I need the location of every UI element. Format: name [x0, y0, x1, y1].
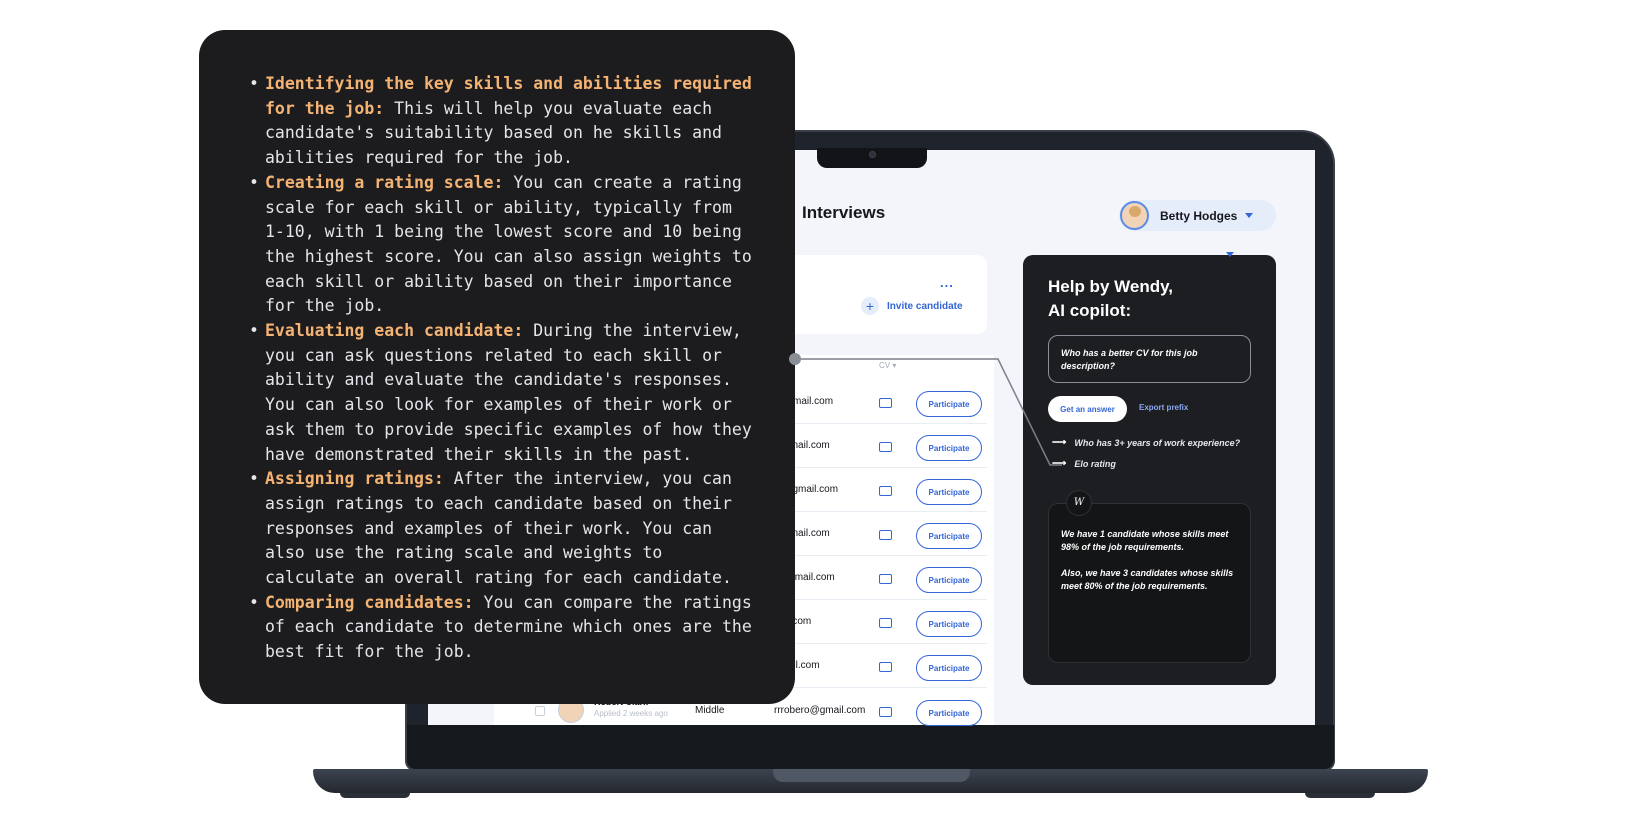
laptop-foot-right	[1305, 793, 1375, 798]
folder-icon[interactable]	[879, 530, 892, 540]
step-heading: Creating a rating scale:	[265, 172, 504, 192]
list-item: Comparing candidates: You can compare th…	[249, 591, 759, 665]
avatar	[1120, 201, 1149, 230]
question-input[interactable]: Who has a better CV for this job descrip…	[1048, 335, 1251, 383]
wendy-logo-icon: W	[1066, 490, 1092, 516]
folder-icon[interactable]	[879, 707, 892, 717]
participate-button[interactable]: Participate	[916, 479, 982, 505]
arrow-right-icon: ⟶	[1052, 437, 1067, 448]
suggestion-item[interactable]: ⟶ Who has 3+ years of work experience?	[1052, 437, 1240, 448]
folder-icon[interactable]	[879, 662, 892, 672]
folder-icon[interactable]	[879, 398, 892, 408]
participate-button[interactable]: Participate	[916, 611, 982, 637]
job-card	[780, 255, 987, 334]
plus-icon: +	[861, 297, 879, 315]
screen-bezel	[407, 725, 1334, 769]
suggestion-item[interactable]: ⟶ Elo rating	[1052, 458, 1116, 469]
participate-button[interactable]: Participate	[916, 391, 982, 417]
candidate-email: rrrobero@gmail.com	[774, 705, 866, 716]
step-heading: Comparing candidates:	[265, 592, 474, 612]
folder-icon[interactable]	[879, 442, 892, 452]
suggestion-label: Elo rating	[1074, 458, 1116, 469]
column-header-cv[interactable]: CV ▾	[879, 361, 896, 370]
folder-icon[interactable]	[879, 574, 892, 584]
export-prefix-link[interactable]: Export prefix	[1139, 403, 1188, 412]
step-heading: Assigning ratings:	[265, 469, 444, 489]
list-item: Creating a rating scale: You can create …	[249, 171, 759, 319]
answer-text: We have 1 candidate whose skills meet 98…	[1061, 529, 1229, 552]
page-title: Interviews	[802, 203, 886, 222]
participate-button[interactable]: Participate	[916, 435, 982, 461]
participate-button[interactable]: Participate	[916, 700, 982, 726]
invite-candidate-label: Invite candidate	[887, 300, 963, 312]
list-item: Identifying the key skills and abilities…	[249, 72, 759, 171]
chevron-down-icon	[1226, 252, 1234, 257]
step-heading: Evaluating each candidate:	[265, 321, 524, 341]
user-name: Betty Hodges	[1160, 208, 1238, 223]
camera-icon	[869, 151, 876, 158]
panel-pointer	[1217, 255, 1245, 269]
answer-text: Also, we have 3 candidates whose skills …	[1061, 568, 1234, 591]
suggestion-label: Who has 3+ years of work experience?	[1074, 437, 1241, 448]
candidate-applied: Applied 2 weeks ago	[594, 709, 668, 718]
folder-icon[interactable]	[879, 618, 892, 628]
step-body: You can create a rating scale for each s…	[265, 172, 752, 316]
row-checkbox[interactable]	[535, 706, 545, 716]
laptop-base-notch	[773, 769, 970, 782]
chevron-down-icon	[1245, 213, 1254, 218]
participate-button[interactable]: Participate	[916, 523, 982, 549]
list-item: Evaluating each candidate: During the in…	[249, 319, 759, 467]
step-body: During the interview, you can ask questi…	[265, 321, 752, 464]
arrow-right-icon: ⟶	[1052, 458, 1067, 469]
evaluation-steps-card: Identifying the key skills and abilities…	[199, 30, 795, 704]
more-options-button[interactable]: ...	[940, 275, 954, 290]
wendy-title: Help by Wendy, AI copilot:	[1048, 277, 1174, 320]
folder-icon[interactable]	[879, 486, 892, 496]
participate-button[interactable]: Participate	[916, 655, 982, 681]
answer-box: We have 1 candidate whose skills meet 98…	[1048, 503, 1251, 663]
steps-list: Identifying the key skills and abilities…	[249, 72, 759, 665]
laptop-foot-left	[340, 793, 410, 798]
get-answer-button[interactable]: Get an answer	[1048, 396, 1127, 422]
participate-button[interactable]: Participate	[916, 567, 982, 593]
candidate-level: Middle	[695, 705, 725, 716]
user-menu[interactable]: Betty Hodges	[1119, 200, 1276, 231]
list-item: Assigning ratings: After the interview, …	[249, 467, 759, 591]
invite-candidate-button[interactable]: + Invite candidate	[861, 297, 963, 315]
